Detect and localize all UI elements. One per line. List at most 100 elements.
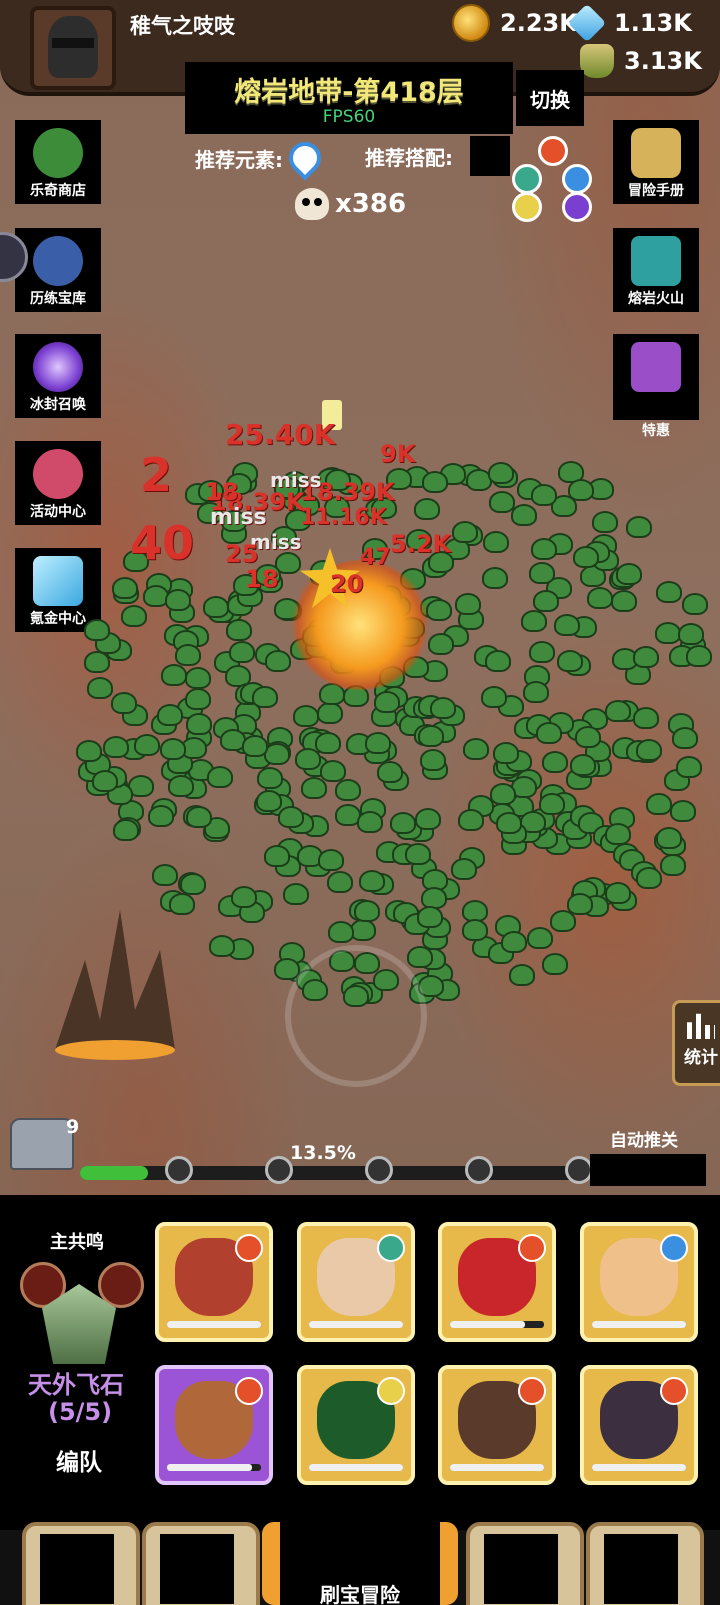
hero-card[interactable] [580, 1365, 698, 1485]
stage-progress-track [80, 1166, 580, 1180]
scroll-icon [631, 128, 681, 178]
auto-push-label: 自动推关 [610, 1131, 678, 1151]
green-slime-enemy [416, 905, 443, 928]
nav-tab-2[interactable] [142, 1522, 260, 1605]
hero-card[interactable] [297, 1222, 415, 1342]
water-element-icon [562, 164, 592, 194]
recommended-combo-label: 推荐搭配: [365, 146, 453, 170]
green-slime-enemy [462, 737, 489, 760]
menu-training-vault[interactable]: 历练宝库 [15, 228, 101, 312]
miss-text: miss [270, 468, 322, 492]
hero-card[interactable] [155, 1365, 273, 1485]
hero-hp-bar [167, 1321, 261, 1328]
formation-button[interactable]: 编队 [56, 1443, 102, 1477]
nav-tab-1[interactable] [22, 1522, 140, 1605]
green-slime-enemy [207, 766, 234, 789]
green-slime-enemy [334, 779, 361, 802]
green-slime-enemy [84, 619, 111, 642]
stats-label: 统计 [684, 1048, 718, 1068]
hero-hp-bar [592, 1464, 686, 1471]
virtual-joystick[interactable] [285, 945, 427, 1087]
fire-element-icon [538, 136, 568, 166]
green-slime-enemy [626, 515, 653, 538]
green-slime-enemy [148, 804, 175, 827]
auto-push-toggle[interactable] [590, 1154, 706, 1186]
hero-element-icon [660, 1234, 688, 1262]
green-slime-enemy [686, 645, 713, 668]
hero-card[interactable] [580, 1222, 698, 1342]
set-name: 天外飞石 [28, 1371, 124, 1399]
clover-icon [33, 128, 83, 178]
axe-milestone-icon [265, 1156, 293, 1184]
green-slime-enemy [422, 470, 449, 493]
green-slime-enemy [495, 812, 522, 835]
green-slime-enemy [263, 844, 290, 867]
menu-label: 乐奇商店 [30, 183, 86, 199]
green-slime-enemy [184, 688, 211, 711]
element-cycle-diagram[interactable] [510, 136, 592, 222]
menu-lucky-shop[interactable]: 乐奇商店 [15, 120, 101, 204]
green-slime-enemy [586, 586, 613, 609]
green-slime-enemy [161, 664, 188, 687]
hero-hp-bar [450, 1464, 544, 1471]
green-slime-enemy [458, 808, 485, 831]
green-slime-enemy [390, 811, 417, 834]
green-slime-enemy [531, 538, 558, 561]
green-slime-enemy [500, 930, 527, 953]
green-slime-enemy [633, 707, 660, 730]
menu-lava-volcano[interactable]: 熔岩火山 [613, 228, 699, 312]
green-slime-enemy [314, 732, 341, 755]
hero-card[interactable] [155, 1222, 273, 1342]
hero-card[interactable] [438, 1222, 556, 1342]
kill-counter: x386 [295, 188, 406, 220]
gold-amount: 2.23K [500, 9, 578, 37]
nav-tab-icon [40, 1534, 114, 1604]
skull-icon [295, 188, 329, 220]
green-slime-enemy [541, 751, 568, 774]
dark-element-icon [562, 192, 592, 222]
potion-counter[interactable]: 3.13K [580, 44, 702, 78]
green-slime-enemy [377, 761, 404, 784]
green-slime-enemy [91, 769, 118, 792]
green-slime-enemy [156, 704, 183, 727]
kill-count: x386 [335, 189, 407, 219]
green-slime-enemy [76, 739, 103, 762]
nav-tab-5[interactable] [586, 1522, 704, 1605]
menu-adventure-manual[interactable]: 冒险手册 [613, 120, 699, 204]
green-slime-enemy [185, 713, 212, 736]
hero-element-icon [235, 1377, 263, 1405]
green-slime-enemy [413, 497, 440, 520]
green-slime-enemy [256, 790, 283, 813]
hero-hp-bar [592, 1321, 686, 1328]
gold-coin-icon [452, 4, 490, 42]
green-slime-enemy [159, 737, 186, 760]
hero-card[interactable] [297, 1365, 415, 1485]
nav-tab-4[interactable] [466, 1522, 584, 1605]
stats-button[interactable]: 统计 [672, 1000, 720, 1086]
gold-counter[interactable]: 2.23K [452, 4, 578, 42]
recommended-element: 推荐元素: [195, 135, 328, 181]
green-slime-enemy [654, 622, 681, 645]
hero-hp-bar [450, 1321, 544, 1328]
green-slime-enemy [482, 567, 509, 590]
recommended-combo-slot[interactable] [470, 136, 510, 176]
nav-tab-icon [604, 1534, 678, 1604]
green-slime-enemy [669, 800, 696, 823]
gem-counter[interactable]: 1.13K [567, 3, 692, 43]
treasure-chest-icon[interactable] [10, 1118, 74, 1170]
green-slime-enemy [605, 881, 632, 904]
axe-milestone-icon [365, 1156, 393, 1184]
nav-tab-adventure[interactable]: 刷宝冒险 [280, 1510, 440, 1605]
game-screen: { "header": { "player_name": "稚气之吱吱", "g… [0, 0, 720, 1605]
green-slime-enemy [167, 775, 194, 798]
axe-milestone-icon [465, 1156, 493, 1184]
green-slime-enemy [203, 596, 230, 619]
switch-stage-button[interactable]: 切换 [516, 70, 584, 126]
green-slime-enemy [528, 641, 555, 664]
player-avatar[interactable] [30, 6, 116, 90]
hero-element-icon [377, 1377, 405, 1405]
damage-number: 25 [225, 540, 259, 568]
hero-card[interactable] [438, 1365, 556, 1485]
green-slime-enemy [264, 743, 291, 766]
player-name: 稚气之吱吱 [130, 14, 235, 38]
